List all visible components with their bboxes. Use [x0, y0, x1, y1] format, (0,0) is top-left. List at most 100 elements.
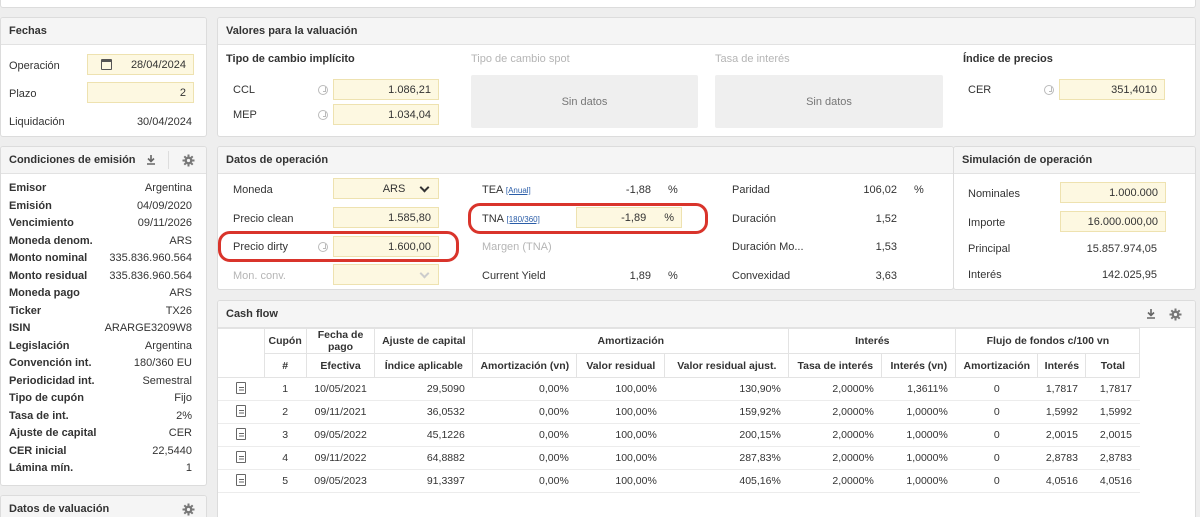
table-cell: 0: [955, 377, 1038, 401]
condicion-key: Moneda denom.: [9, 234, 93, 247]
download-icon[interactable]: [144, 153, 158, 167]
cer-input[interactable]: 351,4010: [1059, 79, 1165, 100]
table-cell: 0: [955, 446, 1038, 470]
operacion-date-value: 28/04/2024: [130, 58, 186, 71]
condiciones-title-text: Condiciones de emisión: [9, 154, 136, 166]
gear-icon[interactable]: [181, 153, 195, 167]
condicion-key: Monto nominal: [9, 252, 88, 264]
condicion-row: ISIN ARARGE3209W8: [9, 322, 192, 334]
condicion-row: Moneda pago ARS: [9, 287, 192, 299]
cashflow-subheader: #: [263, 353, 307, 378]
document-icon-cell[interactable]: [218, 400, 264, 424]
condicion-value: 180/360 EU: [133, 357, 192, 369]
current-yield-label: Current Yield: [482, 270, 546, 282]
operacion-label: Operación: [9, 60, 60, 72]
tasa-interes-heading: Tasa de interés: [715, 53, 790, 65]
document-icon-cell[interactable]: [218, 446, 264, 470]
datos-valuacion-panel: Datos de valuación: [0, 495, 207, 517]
tea-period-link[interactable]: [Anual]: [506, 186, 531, 195]
importe-input[interactable]: 16.000.000,00: [1060, 211, 1166, 232]
table-cell: 5: [264, 469, 307, 493]
table-cell: 1,7817: [1037, 377, 1086, 401]
mon-conv-select[interactable]: [333, 264, 439, 285]
tc-implicito-heading: Tipo de cambio implícito: [226, 53, 355, 65]
importe-label: Importe: [968, 217, 1006, 229]
ajuste-capital-header: Ajuste de capital: [374, 328, 474, 354]
cashflow-subheader: Índice aplicable: [374, 353, 474, 378]
clock-icon[interactable]: [318, 85, 328, 95]
condicion-row: Vencimiento 09/11/2026: [9, 217, 192, 229]
condicion-key: Moneda pago: [9, 287, 80, 299]
condicion-row: Ajuste de capital CER: [9, 427, 192, 439]
condicion-row: CER inicial 22,5440: [9, 445, 192, 457]
table-cell: 10/05/2021: [306, 377, 375, 401]
valores-panel: Valores para la valuación Tipo de cambio…: [217, 17, 1196, 137]
document-icon[interactable]: [236, 473, 246, 486]
condicion-key: Ajuste de capital: [9, 427, 97, 439]
document-icon-cell[interactable]: [218, 469, 264, 493]
tea-unit: %: [668, 184, 678, 196]
table-cell: 2,0000%: [788, 400, 882, 424]
tc-spot-empty: Sin datos: [471, 75, 698, 128]
duracion-mod-label: Duración Mo...: [732, 241, 804, 253]
calendar-icon[interactable]: [101, 59, 112, 70]
document-icon[interactable]: [236, 381, 246, 394]
download-icon[interactable]: [1144, 307, 1158, 321]
condicion-value: 2%: [176, 409, 192, 422]
table-cell: 45,1226: [374, 423, 473, 447]
table-cell: 3: [264, 423, 307, 447]
table-cell: 100,00%: [576, 469, 665, 493]
table-cell: 09/05/2022: [306, 423, 375, 447]
condicion-key: Legislación: [9, 339, 70, 352]
document-icon[interactable]: [236, 427, 246, 440]
table-cell: 09/05/2023: [306, 469, 375, 493]
ccl-input[interactable]: 1.086,21: [333, 79, 439, 100]
tea-label-text: TEA: [482, 184, 503, 196]
table-cell: 1,5992: [1037, 400, 1086, 424]
cashflow-subheader: Valor residual ajust.: [664, 353, 790, 378]
document-icon-cell[interactable]: [218, 423, 264, 447]
interes-value: 142.025,95: [1101, 269, 1157, 281]
cashflow-subheader: Interés (vn): [881, 353, 957, 378]
mep-input[interactable]: 1.034,04: [333, 104, 439, 125]
chevron-down-icon[interactable]: [419, 182, 430, 193]
table-cell: 1,7817: [1085, 377, 1140, 401]
moneda-select-value: ARS: [382, 182, 406, 195]
clock-icon[interactable]: [318, 110, 328, 120]
condicion-key: CER inicial: [9, 444, 67, 457]
moneda-select[interactable]: ARS: [333, 178, 439, 199]
nominales-input[interactable]: 1.000.000: [1060, 182, 1166, 203]
table-cell: 0,00%: [472, 446, 577, 470]
precio-clean-input[interactable]: 1.585,80: [333, 207, 439, 228]
cashflow-subheader: Interés: [1037, 353, 1087, 378]
table-cell: 130,90%: [664, 377, 789, 401]
simulacion-panel: Simulación de operación Nominales 1.000.…: [953, 146, 1196, 290]
gear-icon[interactable]: [181, 502, 195, 516]
duracion-mod-value: 1,53: [875, 241, 897, 253]
chevron-down-icon[interactable]: [419, 268, 430, 279]
table-cell: 1,0000%: [881, 423, 956, 447]
document-icon[interactable]: [236, 450, 246, 463]
condicion-value: Argentina: [144, 182, 192, 194]
gear-icon[interactable]: [1168, 307, 1182, 321]
document-icon[interactable]: [236, 404, 246, 417]
condicion-key: Tipo de cupón: [9, 392, 84, 404]
condicion-value: 335.836.960.564: [109, 252, 192, 264]
operacion-date-input[interactable]: 28/04/2024: [87, 54, 194, 75]
condicion-row: Tipo de cupón Fijo: [9, 392, 192, 404]
condicion-key: Emisión: [9, 199, 52, 212]
table-cell: 1,0000%: [881, 400, 956, 424]
condiciones-title: Condiciones de emisión: [1, 147, 206, 174]
document-icon-cell[interactable]: [218, 377, 264, 401]
valores-title: Valores para la valuación: [218, 18, 1195, 45]
table-cell: 100,00%: [576, 400, 665, 424]
cashflow-subheader: Efectiva: [305, 353, 376, 378]
table-cell: 4: [264, 446, 307, 470]
cashflow-subheader: Valor residual: [576, 353, 666, 378]
condicion-value: 04/09/2020: [136, 199, 192, 212]
fechas-panel: Fechas Operación 28/04/2024 Plazo 2 Liqu…: [0, 17, 207, 137]
table-cell: 2,8783: [1037, 446, 1086, 470]
plazo-input[interactable]: 2: [87, 82, 194, 103]
clock-icon[interactable]: [1044, 85, 1054, 95]
condicion-row: Emisión 04/09/2020: [9, 200, 192, 212]
